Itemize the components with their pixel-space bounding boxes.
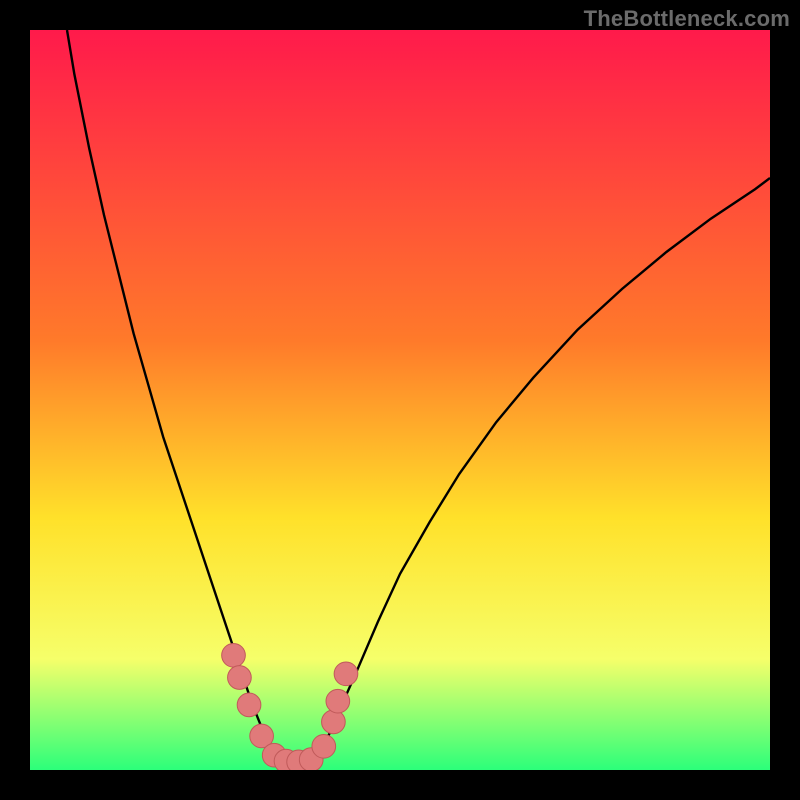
data-marker [228,666,252,690]
data-marker [322,710,346,734]
chart-svg [30,30,770,770]
data-marker [312,734,336,758]
data-marker [237,693,261,717]
chart-frame: TheBottleneck.com [0,0,800,800]
gradient-background [30,30,770,770]
plot-area [30,30,770,770]
watermark-text: TheBottleneck.com [584,6,790,32]
data-marker [326,689,350,713]
data-marker [222,643,246,667]
data-marker [334,662,358,686]
